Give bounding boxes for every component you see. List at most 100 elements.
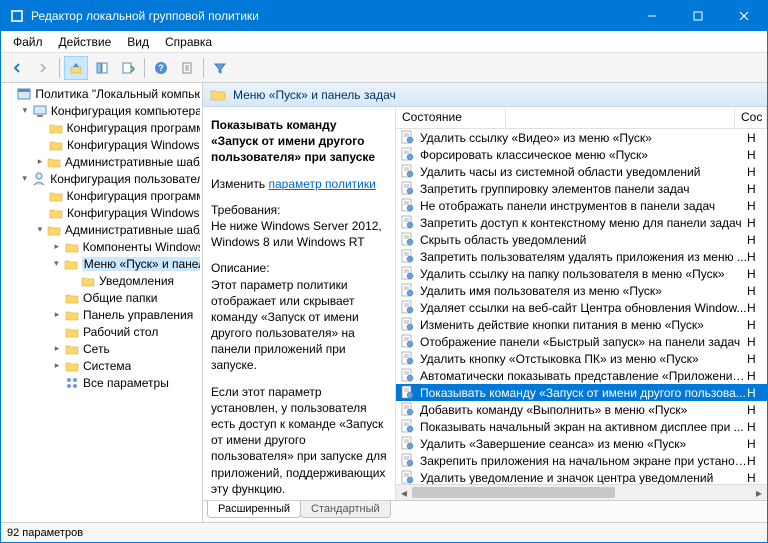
back-button[interactable] — [5, 56, 29, 80]
tree-item[interactable]: ▸Компоненты Windows — [3, 238, 200, 255]
tree-toggle-icon[interactable]: ▸ — [51, 343, 63, 355]
help-button[interactable]: ? — [149, 56, 173, 80]
policy-list[interactable]: Удалить ссылку «Видео» из меню «Пуск»НФо… — [396, 129, 767, 500]
tree-toggle-icon[interactable]: ▾ — [51, 258, 62, 270]
tree-toggle-icon[interactable] — [35, 207, 47, 219]
properties-button[interactable] — [175, 56, 199, 80]
list-row[interactable]: Удалить «Завершение сеанса» из меню «Пус… — [396, 435, 767, 452]
tree-item[interactable]: ▾Меню «Пуск» и панель — [3, 255, 200, 272]
list-row[interactable]: Удалить имя пользователя из меню «Пуск»Н — [396, 282, 767, 299]
list-row[interactable]: Скрыть область уведомленийН — [396, 231, 767, 248]
tree-label: Уведомления — [99, 274, 174, 288]
policy-icon — [400, 300, 416, 316]
menu-file[interactable]: Файл — [5, 33, 51, 51]
export-button[interactable] — [116, 56, 140, 80]
tree-item[interactable]: ▾Конфигурация компьютера — [3, 102, 200, 119]
tree-item[interactable]: Конфигурация программ — [3, 119, 200, 136]
policy-name: Удалить уведомление и значок центра увед… — [420, 471, 747, 485]
tree-item[interactable]: ▸Административные шаблоны — [3, 153, 200, 170]
edit-policy-link[interactable]: параметр политики — [268, 177, 375, 191]
tree-item[interactable]: ▸Система — [3, 357, 200, 374]
tree-item[interactable]: ▸Сеть — [3, 340, 200, 357]
tree-toggle-icon[interactable]: ▾ — [19, 173, 30, 185]
tree-toggle-icon[interactable] — [35, 122, 47, 134]
tree-toggle-icon[interactable] — [51, 326, 63, 338]
list-header[interactable]: Состояние Сос — [396, 107, 767, 129]
horizontal-scrollbar[interactable]: ◂ ▸ — [396, 484, 767, 500]
tree-toggle-icon[interactable] — [67, 275, 79, 287]
list-row[interactable]: Удаляет ссылки на веб-сайт Центра обновл… — [396, 299, 767, 316]
policy-name: Удалить часы из системной области уведом… — [420, 165, 747, 179]
tree-toggle-icon[interactable]: ▸ — [51, 241, 63, 253]
tree-toggle-icon[interactable] — [5, 88, 15, 100]
policy-state: Н — [747, 233, 767, 247]
list-row[interactable]: Запретить доступ к контекстному меню для… — [396, 214, 767, 231]
up-button[interactable] — [64, 56, 88, 80]
forward-button[interactable] — [31, 56, 55, 80]
tree-toggle-icon[interactable]: ▾ — [35, 224, 45, 236]
tree-item[interactable]: ▾ Административные шаблоны — [3, 221, 200, 238]
show-hide-button[interactable] — [90, 56, 114, 80]
list-row[interactable]: Показывать команду «Запуск от имени друг… — [396, 384, 767, 401]
column-name[interactable] — [506, 107, 735, 128]
tab-extended[interactable]: Расширенный — [207, 501, 301, 518]
list-row[interactable]: Запретить пользователям удалять приложен… — [396, 248, 767, 265]
list-row[interactable]: Отображение панели «Быстрый запуск» на п… — [396, 333, 767, 350]
tree-toggle-icon[interactable] — [51, 377, 63, 389]
column-state[interactable]: Состояние — [396, 107, 506, 128]
list-row[interactable]: Автоматически показывать представление «… — [396, 367, 767, 384]
tree-label: Конфигурация Windows — [67, 138, 200, 152]
menu-help[interactable]: Справка — [157, 33, 220, 51]
list-row[interactable]: Добавить команду «Выполнить» в меню «Пус… — [396, 401, 767, 418]
list-row[interactable]: Форсировать классическое меню «Пуск»Н — [396, 146, 767, 163]
maximize-button[interactable] — [675, 1, 721, 31]
folder-icon — [64, 324, 80, 340]
scroll-left-icon[interactable]: ◂ — [396, 485, 412, 500]
tree-toggle-icon[interactable] — [35, 139, 47, 151]
list-row[interactable]: Удалить часы из системной области уведом… — [396, 163, 767, 180]
tree-toggle-icon[interactable]: ▸ — [51, 309, 63, 321]
tree-label: Рабочий стол — [83, 325, 158, 339]
scrollbar-thumb[interactable] — [412, 487, 615, 498]
list-row[interactable]: Не отображать панели инструментов в пане… — [396, 197, 767, 214]
folder-icon — [64, 307, 80, 323]
close-button[interactable] — [721, 1, 767, 31]
menu-action[interactable]: Действие — [51, 33, 120, 51]
status-text: 92 параметров — [7, 527, 83, 539]
policy-icon — [400, 198, 416, 214]
tree-item[interactable]: Политика "Локальный компьютер" — [3, 85, 200, 102]
tab-standard[interactable]: Стандартный — [300, 501, 391, 518]
tree-toggle-icon[interactable]: ▸ — [51, 360, 63, 372]
list-row[interactable]: Удалить ссылку на папку пользователя в м… — [396, 265, 767, 282]
tree-pane[interactable]: Политика "Локальный компьютер"▾Конфигура… — [1, 83, 203, 522]
tree-item[interactable]: Рабочий стол — [3, 323, 200, 340]
detail-header: Меню «Пуск» и панель задач — [203, 83, 767, 107]
tree-toggle-icon[interactable]: ▸ — [35, 156, 45, 168]
tree-toggle-icon[interactable]: ▾ — [19, 105, 31, 117]
filter-button[interactable] — [208, 56, 232, 80]
tree-toggle-icon[interactable] — [51, 292, 63, 304]
list-row[interactable]: Удалить кнопку «Отстыковка ПК» из меню «… — [396, 350, 767, 367]
column-co[interactable]: Сос — [735, 107, 767, 128]
tree-item[interactable]: Общие папки — [3, 289, 200, 306]
list-row[interactable]: Показывать начальный экран на активном д… — [396, 418, 767, 435]
tree-item[interactable]: Конфигурация Windows — [3, 136, 200, 153]
minimize-button[interactable] — [629, 1, 675, 31]
tree-item[interactable]: Уведомления — [3, 272, 200, 289]
tree-item[interactable]: Конфигурация программ — [3, 187, 200, 204]
tree-item[interactable]: Все параметры — [3, 374, 200, 391]
tree-item[interactable]: ▸Панель управления — [3, 306, 200, 323]
svg-text:?: ? — [158, 63, 164, 73]
tree-toggle-icon[interactable] — [35, 190, 47, 202]
scroll-right-icon[interactable]: ▸ — [751, 485, 767, 500]
list-row[interactable]: Запретить группировку элементов панели з… — [396, 180, 767, 197]
tree-item[interactable]: ▾Конфигурация пользователя — [3, 170, 200, 187]
menu-view[interactable]: Вид — [119, 33, 157, 51]
folder-icon — [48, 205, 64, 221]
list-row[interactable]: Изменить действие кнопки питания в меню … — [396, 316, 767, 333]
list-row[interactable]: Удалить ссылку «Видео» из меню «Пуск»Н — [396, 129, 767, 146]
tree-label: Административные шаблоны — [65, 223, 200, 237]
tree-item[interactable]: Конфигурация Windows — [3, 204, 200, 221]
list-row[interactable]: Закрепить приложения на начальном экране… — [396, 452, 767, 469]
policy-state: Н — [747, 199, 767, 213]
